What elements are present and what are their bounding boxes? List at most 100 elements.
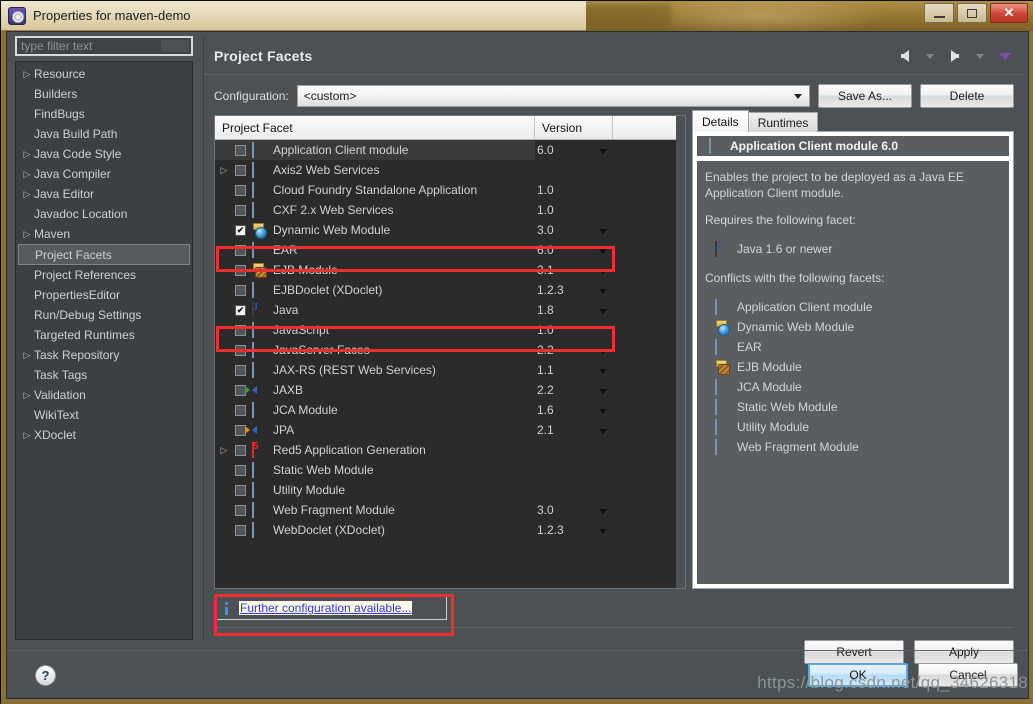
- maximize-button[interactable]: [957, 3, 987, 23]
- facet-checkbox[interactable]: [235, 364, 246, 376]
- facet-checkbox[interactable]: [235, 164, 246, 176]
- help-button[interactable]: ?: [35, 665, 56, 686]
- facet-row[interactable]: ▷Dynamic Web Module3.0: [215, 220, 685, 240]
- expand-arrow-icon[interactable]: ▷: [20, 430, 34, 441]
- facet-checkbox[interactable]: [235, 504, 246, 516]
- facet-row[interactable]: ▷Static Web Module: [215, 460, 685, 480]
- facet-checkbox[interactable]: [235, 484, 246, 496]
- tab-details[interactable]: Details: [692, 110, 749, 132]
- sidebar-item-run-debug-settings[interactable]: ▷Run/Debug Settings: [16, 305, 192, 325]
- expand-arrow-icon[interactable]: ▷: [217, 445, 231, 456]
- sidebar-item-builders[interactable]: ▷Builders: [16, 84, 192, 104]
- sidebar-item-task-repository[interactable]: ▷ Task Repository: [16, 345, 192, 365]
- facet-row[interactable]: ▷Cloud Foundry Standalone Application1.0: [215, 180, 685, 200]
- delete-button[interactable]: Delete: [920, 84, 1014, 108]
- facet-checkbox[interactable]: [235, 184, 246, 196]
- expand-arrow-icon[interactable]: ▷: [20, 229, 34, 240]
- tab-runtimes[interactable]: Runtimes: [747, 112, 819, 132]
- facet-row[interactable]: ▷JPA2.1: [215, 420, 685, 440]
- expand-arrow-icon[interactable]: ▷: [20, 390, 34, 401]
- expand-arrow-icon[interactable]: ▷: [20, 169, 34, 180]
- column-header-version[interactable]: Version: [535, 116, 613, 139]
- expand-arrow-icon[interactable]: ▷: [20, 149, 34, 160]
- facet-checkbox[interactable]: [235, 204, 246, 216]
- facet-checkbox[interactable]: [235, 224, 246, 236]
- sidebar-item-maven[interactable]: ▷ Maven: [16, 224, 192, 244]
- facet-row[interactable]: ▷CXF 2.x Web Services1.0: [215, 200, 685, 220]
- facet-row[interactable]: ▷Utility Module: [215, 480, 685, 500]
- facet-row[interactable]: ▷WebDoclet (XDoclet)1.2.3: [215, 520, 685, 540]
- facet-checkbox[interactable]: [235, 444, 246, 456]
- facet-checkbox[interactable]: [235, 244, 246, 256]
- facet-checkbox[interactable]: [235, 144, 246, 156]
- close-button[interactable]: ✕: [990, 3, 1028, 23]
- back-button[interactable]: [894, 46, 916, 66]
- version-dropdown-icon[interactable]: [599, 289, 607, 294]
- version-dropdown-icon[interactable]: [599, 389, 607, 394]
- facet-table-scrollbar[interactable]: [676, 116, 685, 588]
- facet-checkbox[interactable]: [235, 304, 246, 316]
- settings-tree[interactable]: ▷Resource▷Builders▷FindBugs▷Java Build P…: [15, 61, 193, 640]
- facet-row[interactable]: ▷ Red5 Application Generation: [215, 440, 685, 460]
- back-history-button[interactable]: [919, 46, 941, 66]
- sidebar-item-java-editor[interactable]: ▷ Java Editor: [16, 184, 192, 204]
- sidebar-item-validation[interactable]: ▷ Validation: [16, 385, 192, 405]
- facet-row[interactable]: ▷JAXB2.2: [215, 380, 685, 400]
- facet-checkbox[interactable]: [235, 464, 246, 476]
- facet-checkbox[interactable]: [235, 344, 246, 356]
- facet-row[interactable]: ▷EAR6.0: [215, 240, 685, 260]
- sidebar-item-resource[interactable]: ▷ Resource: [16, 64, 192, 84]
- forward-button[interactable]: [944, 46, 966, 66]
- sidebar-item-java-build-path[interactable]: ▷Java Build Path: [16, 124, 192, 144]
- page-menu-button[interactable]: [994, 46, 1016, 66]
- version-dropdown-icon[interactable]: [599, 509, 607, 514]
- sidebar-item-findbugs[interactable]: ▷FindBugs: [16, 104, 192, 124]
- version-dropdown-icon[interactable]: [599, 249, 607, 254]
- further-configuration-link[interactable]: Further configuration available...: [239, 601, 413, 615]
- facet-row[interactable]: ▷EJBDoclet (XDoclet)1.2.3: [215, 280, 685, 300]
- version-dropdown-icon[interactable]: [599, 409, 607, 414]
- expand-arrow-icon[interactable]: ▷: [20, 350, 34, 361]
- facet-row[interactable]: ▷Application Client module6.0: [215, 140, 607, 160]
- sidebar-item-java-compiler[interactable]: ▷ Java Compiler: [16, 164, 192, 184]
- expand-arrow-icon[interactable]: ▷: [217, 165, 231, 176]
- sidebar-item-xdoclet[interactable]: ▷ XDoclet: [16, 425, 192, 445]
- facet-row[interactable]: ▷JCA Module1.6: [215, 400, 685, 420]
- configuration-select[interactable]: <custom>: [296, 85, 810, 107]
- version-dropdown-icon[interactable]: [599, 229, 607, 234]
- sidebar-item-project-references[interactable]: ▷Project References: [16, 265, 192, 285]
- sidebar-item-java-code-style[interactable]: ▷ Java Code Style: [16, 144, 192, 164]
- version-dropdown-icon[interactable]: [599, 369, 607, 374]
- expand-arrow-icon[interactable]: ▷: [20, 189, 34, 200]
- version-dropdown-icon[interactable]: [599, 429, 607, 434]
- forward-history-button[interactable]: [969, 46, 991, 66]
- facet-row[interactable]: ▷Java1.8: [215, 300, 685, 320]
- sidebar-item-project-facets[interactable]: ▷Project Facets: [18, 244, 190, 265]
- facet-row[interactable]: ▷ Axis2 Web Services: [215, 160, 685, 180]
- facet-checkbox[interactable]: [235, 264, 246, 276]
- facet-row[interactable]: ▷EJB Module3.1: [215, 260, 685, 280]
- column-header-facet[interactable]: Project Facet: [215, 116, 535, 139]
- sidebar-item-javadoc-location[interactable]: ▷Javadoc Location: [16, 204, 192, 224]
- facet-checkbox[interactable]: [235, 524, 246, 536]
- facet-row[interactable]: ▷JavaScript1.0: [215, 320, 685, 340]
- version-dropdown-icon[interactable]: [599, 149, 607, 154]
- sidebar-item-propertieseditor[interactable]: ▷PropertiesEditor: [16, 285, 192, 305]
- facet-row[interactable]: ▷Web Fragment Module3.0: [215, 500, 685, 520]
- sidebar-item-targeted-runtimes[interactable]: ▷Targeted Runtimes: [16, 325, 192, 345]
- version-dropdown-icon[interactable]: [599, 349, 607, 354]
- save-as-button[interactable]: Save As...: [818, 84, 912, 108]
- facet-checkbox[interactable]: [235, 404, 246, 416]
- minimize-button[interactable]: [924, 3, 954, 23]
- expand-arrow-icon[interactable]: ▷: [20, 69, 34, 80]
- version-dropdown-icon[interactable]: [599, 309, 607, 314]
- sidebar-item-task-tags[interactable]: ▷Task Tags: [16, 365, 192, 385]
- version-dropdown-icon[interactable]: [599, 269, 607, 274]
- facet-row[interactable]: ▷JAX-RS (REST Web Services)1.1: [215, 360, 685, 380]
- version-dropdown-icon[interactable]: [599, 529, 607, 534]
- facet-checkbox[interactable]: [235, 324, 246, 336]
- facet-table[interactable]: Project Facet Version ▷ Application Clien…: [214, 115, 686, 589]
- sidebar-item-wikitext[interactable]: ▷WikiText: [16, 405, 192, 425]
- facet-row[interactable]: ▷JavaServer Faces2.2: [215, 340, 685, 360]
- filter-input[interactable]: type filter text: [15, 36, 193, 56]
